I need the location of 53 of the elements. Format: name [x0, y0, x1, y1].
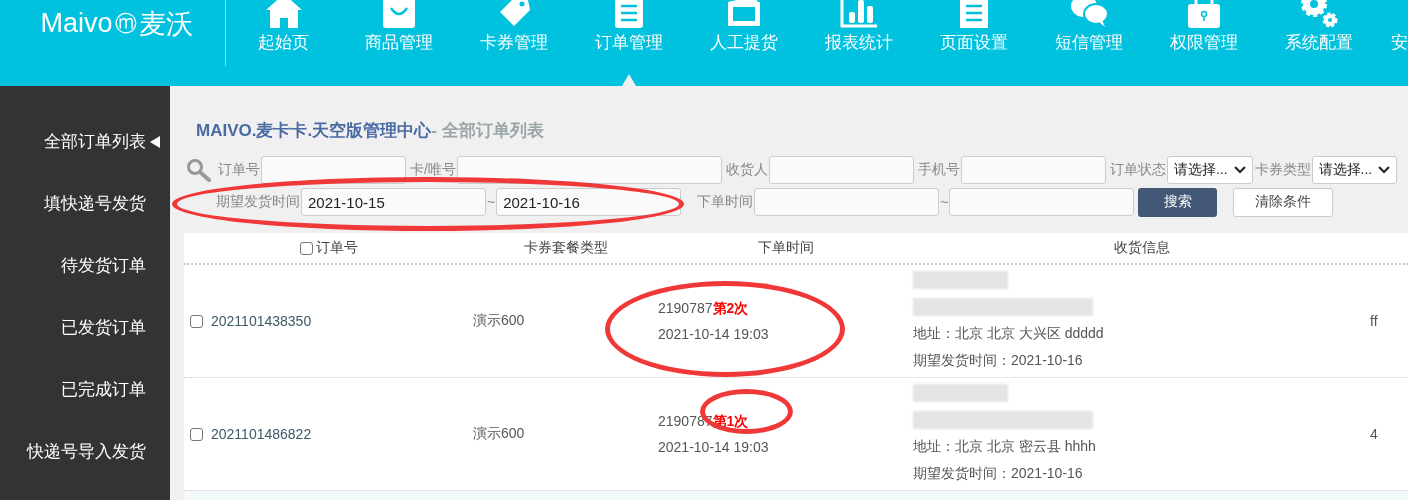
order-number: 2021101438350: [211, 313, 312, 329]
package-type: 演示600: [473, 312, 525, 330]
order-time: 2021-10-14 19:03: [658, 326, 769, 342]
shipping-address: 地址：北京 北京 密云县 hhhh: [913, 438, 1096, 456]
table-cell: ff: [1370, 313, 1378, 329]
sidebar-item[interactable]: 待发货订单: [0, 252, 170, 314]
chevron-down-icon: [1378, 166, 1391, 174]
sidebar-item[interactable]: 已完成订单: [0, 376, 170, 438]
range-separator: ~: [487, 194, 496, 210]
filter-label: 下单时间: [697, 193, 754, 211]
package-type: 演示600: [473, 425, 525, 443]
sidebar-item[interactable]: 全部订单列表: [0, 128, 170, 190]
clear-button[interactable]: 清除条件: [1233, 187, 1334, 217]
column-header: 订单号: [315, 239, 358, 257]
page-title: MAIVO.麦卡卡.天空版管理中心- 全部订单列表: [196, 120, 545, 142]
expected-ship-date: 期望发货时间：2021-10-16: [913, 465, 1083, 483]
filter-label: 订单状态: [1109, 161, 1166, 179]
filter-select[interactable]: 请选择...: [1166, 156, 1253, 184]
column-header: 下单时间: [757, 239, 814, 257]
order-code: 2190787第2次: [658, 300, 749, 318]
sidebar-item[interactable]: 填快递号发货: [0, 190, 170, 252]
filter-label: 收货人: [725, 161, 768, 179]
brand-logo: Maivoⓜ麦沃: [39, 7, 194, 40]
column-header: 收货信息: [1113, 239, 1170, 257]
column-header: 卡券套餐类型: [523, 239, 608, 257]
range-separator: ~: [940, 194, 949, 210]
filter-select[interactable]: 请选择...: [1311, 156, 1398, 184]
date-input[interactable]: [754, 188, 940, 216]
date-input[interactable]: 2021-10-16: [496, 188, 682, 216]
sidebar-item[interactable]: 快递号导入发货: [0, 438, 170, 500]
row-checkbox[interactable]: [190, 314, 203, 328]
date-input[interactable]: 2021-10-15: [301, 188, 486, 216]
filter-label: 期望发货时间: [216, 193, 300, 211]
filter-label: 卡/唯号: [410, 161, 456, 179]
filter-input[interactable]: [456, 156, 722, 184]
order-time: 2021-10-14 19:03: [658, 439, 769, 455]
row-checkbox[interactable]: [190, 427, 203, 441]
filter-label: 订单号: [218, 161, 260, 179]
order-number: 2021101486822: [211, 426, 312, 442]
filter-label: 卡券类型: [1254, 161, 1311, 179]
search-icon: [186, 158, 212, 182]
table-cell: 4: [1370, 426, 1378, 442]
search-button[interactable]: 搜索: [1138, 187, 1218, 217]
filter-input[interactable]: [768, 156, 914, 184]
sidebar-item[interactable]: 已发货订单: [0, 314, 170, 376]
chevron-down-icon: [1233, 166, 1246, 174]
shipping-address: 地址：北京 北京 大兴区 ddddd: [913, 325, 1104, 343]
date-input[interactable]: [949, 188, 1135, 216]
expected-ship-date: 期望发货时间：2021-10-16: [913, 352, 1083, 370]
filter-label: 手机号: [917, 161, 960, 179]
filter-input[interactable]: [960, 156, 1106, 184]
bar-chart-icon: [838, 0, 879, 28]
select-all-checkbox[interactable]: [299, 241, 313, 255]
